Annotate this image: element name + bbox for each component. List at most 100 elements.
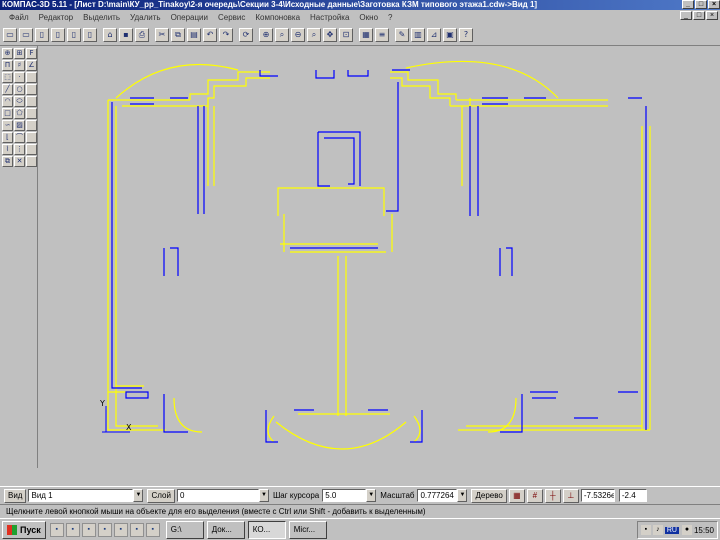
language-indicator[interactable]: RU (664, 526, 679, 534)
save-icon[interactable]: ▪ (119, 27, 133, 42)
layer-combo[interactable]: 0 ▼ (176, 489, 269, 502)
zoom-out-icon[interactable]: ⊖ (291, 27, 305, 42)
outlook-icon[interactable]: ▪ (65, 522, 80, 537)
new-sheet-icon[interactable]: ▯ (35, 27, 49, 42)
menu-item-6[interactable]: Компоновка (250, 13, 305, 22)
regenerate-icon[interactable]: ▦ (359, 27, 373, 42)
drawing-canvas[interactable]: X Y (38, 46, 720, 468)
zoom-all-icon[interactable]: ⊡ (339, 27, 353, 42)
window-title-bar[interactable]: КОМПАС-3D 5.11 - [Лист D:\main\КУ_pp_Tin… (0, 0, 720, 10)
break-icon[interactable]: ✕ (14, 156, 25, 167)
copy-icon[interactable]: ⧉ (171, 27, 185, 42)
chevron-down-icon[interactable]: ▼ (366, 489, 377, 502)
arc-icon[interactable]: ◠ (2, 96, 13, 107)
redo-icon[interactable]: ↷ (219, 27, 233, 42)
cut-icon[interactable]: ✂ (155, 27, 169, 42)
rect-icon[interactable]: □ (2, 108, 13, 119)
tree-button[interactable]: Дерево (471, 488, 507, 503)
paste-icon[interactable]: ▤ (187, 27, 201, 42)
new-text-icon[interactable]: ▯ (51, 27, 65, 42)
properties-icon[interactable]: ✎ (395, 27, 409, 42)
media-icon[interactable]: ▪ (145, 522, 160, 537)
start-button[interactable]: Пуск (2, 520, 46, 539)
grid-icon[interactable]: ▦ (508, 488, 525, 503)
ellipse-icon[interactable]: ⬭ (14, 96, 25, 107)
antivirus-icon[interactable]: ● (681, 525, 692, 535)
doc-minimize-button[interactable]: _ (680, 11, 692, 20)
ie-icon[interactable]: ▪ (49, 522, 64, 537)
menu-item-1[interactable]: Редактор (34, 13, 78, 22)
menu-item-4[interactable]: Операции (166, 13, 213, 22)
blank8-icon[interactable] (26, 156, 37, 167)
blank3-icon[interactable] (26, 96, 37, 107)
chevron-down-icon[interactable]: ▼ (457, 489, 468, 502)
maximize-button[interactable]: □ (695, 0, 707, 9)
library-icon[interactable]: ▥ (411, 27, 425, 42)
dimensions-icon[interactable]: ⊞ (14, 48, 25, 59)
blank5-icon[interactable] (26, 120, 37, 131)
scale-value[interactable]: 0.777264 (417, 489, 458, 502)
blank6-icon[interactable] (26, 132, 37, 143)
pan-icon[interactable]: ✥ (323, 27, 337, 42)
local-cs-icon[interactable]: ⊥ (562, 488, 579, 503)
edit-icon[interactable]: П (2, 60, 13, 71)
taskbar-button-2[interactable]: КО... (247, 520, 286, 539)
network-icon[interactable]: ▪ (640, 525, 651, 535)
select-icon[interactable]: ⬚ (2, 72, 13, 83)
menu-item-8[interactable]: Окно (354, 13, 383, 22)
param-icon[interactable]: ♯ (14, 60, 25, 71)
taskbar-button-1[interactable]: Док... (206, 520, 245, 539)
text-icon[interactable]: F (26, 48, 37, 59)
hatch-icon[interactable]: ▨ (14, 120, 25, 131)
print-icon[interactable]: ⎙ (135, 27, 149, 42)
view-button[interactable]: Вид (4, 488, 27, 503)
zoom-previous-icon[interactable]: ⌕ (307, 27, 321, 42)
blank-icon[interactable] (26, 72, 37, 83)
step-combo[interactable]: 5.0 ▼ (322, 489, 377, 502)
blank4-icon[interactable] (26, 108, 37, 119)
manager-icon[interactable]: ▣ (443, 27, 457, 42)
excel-icon[interactable]: ▪ (97, 522, 112, 537)
macro-icon[interactable]: ⧉ (2, 156, 13, 167)
contour-icon[interactable]: ⌇ (2, 144, 13, 155)
menu-item-3[interactable]: Удалить (125, 13, 166, 22)
measure-icon[interactable]: ⊿ (427, 27, 441, 42)
minimize-button[interactable]: _ (682, 0, 694, 9)
view-combo[interactable]: Вид 1 ▼ (28, 489, 144, 502)
new-document-icon[interactable]: ▭ (3, 27, 17, 42)
undo-icon[interactable]: ↶ (203, 27, 217, 42)
circle-icon[interactable]: ○ (14, 84, 25, 95)
new-assembly-icon[interactable]: ▯ (83, 27, 97, 42)
polygon-icon[interactable]: ⬠ (14, 108, 25, 119)
scale-combo[interactable]: 0.777264 ▼ (417, 489, 468, 502)
open-icon[interactable]: ⌂ (103, 27, 117, 42)
doc-maximize-button[interactable]: □ (693, 11, 705, 20)
step-value[interactable]: 5.0 (322, 489, 367, 502)
blank7-icon[interactable] (26, 144, 37, 155)
new-part-icon[interactable]: ▯ (67, 27, 81, 42)
equidistant-icon[interactable]: ⋮ (14, 144, 25, 155)
explorer-icon[interactable]: ▪ (113, 522, 128, 537)
layer-value[interactable]: 0 (176, 489, 259, 502)
help-icon[interactable]: ? (459, 27, 473, 42)
volume-icon[interactable]: ♪ (652, 525, 663, 535)
refresh-icon[interactable]: ⟳ (239, 27, 253, 42)
doc-close-button[interactable]: × (706, 11, 718, 20)
point-icon[interactable]: · (14, 72, 25, 83)
menu-item-7[interactable]: Настройка (305, 13, 354, 22)
geometry-icon[interactable]: ⊕ (2, 48, 13, 59)
chevron-down-icon[interactable]: ▼ (133, 489, 144, 502)
word-icon[interactable]: ▪ (81, 522, 96, 537)
new-fragment-icon[interactable]: ▭ (19, 27, 33, 42)
view-value[interactable]: Вид 1 (28, 489, 134, 502)
fillet-icon[interactable]: ⌒ (14, 132, 25, 143)
layer-button[interactable]: Слой (147, 488, 175, 503)
zoom-window-icon[interactable]: ⌕ (275, 27, 289, 42)
menu-item-2[interactable]: Выделить (78, 13, 125, 22)
menu-item-5[interactable]: Сервис (213, 13, 250, 22)
taskbar-button-3[interactable]: Micr... (288, 520, 327, 539)
chamfer-icon[interactable]: ⌊ (2, 132, 13, 143)
line-icon[interactable]: ╱ (2, 84, 13, 95)
menu-item-9[interactable]: ? (383, 13, 397, 22)
blank2-icon[interactable] (26, 84, 37, 95)
